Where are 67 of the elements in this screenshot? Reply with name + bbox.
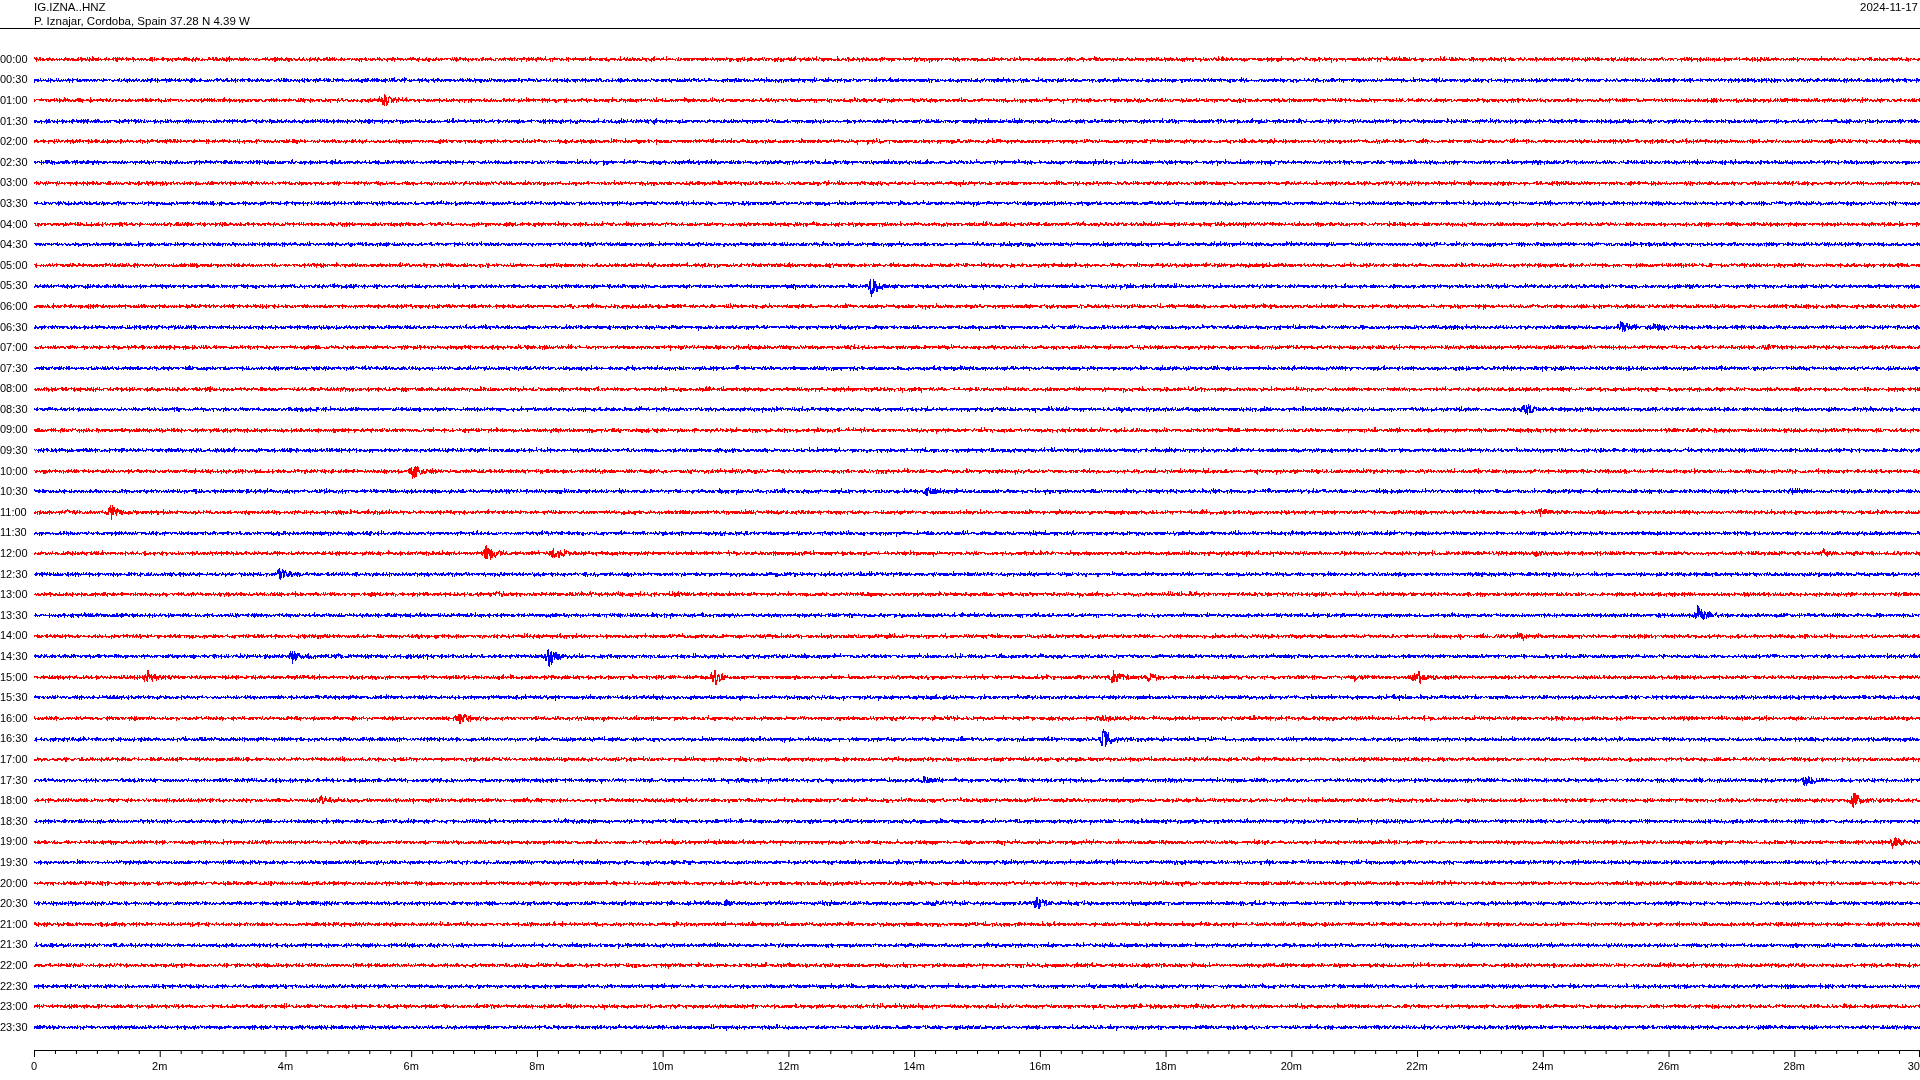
time-label: 05:30 (0, 279, 29, 293)
time-label: 13:30 (0, 608, 29, 622)
time-label: 06:00 (0, 299, 29, 313)
time-label: 16:30 (0, 732, 29, 746)
time-label: 20:00 (0, 876, 29, 890)
time-label: 11:30 (0, 526, 28, 540)
axis-label: 8m (529, 1059, 545, 1073)
axis-label: 4m (277, 1059, 294, 1073)
time-label: 10:30 (0, 485, 29, 499)
time-label: 09:30 (0, 444, 29, 458)
time-label: 02:30 (0, 155, 29, 169)
axis-label: 0 (31, 1059, 38, 1073)
time-label: 18:30 (0, 814, 29, 828)
time-label: 03:00 (0, 176, 29, 190)
axis-label: 2m (152, 1059, 168, 1073)
time-label: 14:30 (0, 650, 29, 663)
axis-label: 12m (777, 1059, 800, 1073)
axis-label: 26m (1657, 1059, 1680, 1073)
time-label: 14:00 (0, 629, 29, 643)
time-label: 19:30 (0, 855, 29, 869)
time-label: 12:30 (0, 567, 29, 581)
time-label: 22:30 (0, 979, 29, 993)
date-label: 2024-11-17 (1860, 0, 1918, 15)
time-label: 13:00 (0, 588, 29, 602)
time-label: 03:30 (0, 196, 29, 210)
time-label: 10:00 (0, 464, 29, 478)
time-label: 19:00 (0, 835, 29, 849)
time-label: 01:30 (0, 114, 29, 128)
time-label: 07:30 (0, 361, 29, 375)
time-label: 23:00 (0, 1000, 29, 1014)
time-label: 07:00 (0, 341, 29, 355)
time-label: 21:30 (0, 938, 29, 952)
axis-label: 20m (1280, 1059, 1303, 1073)
station-location: P. Iznajar, Cordoba, Spain 37.28 N 4.39 W (34, 14, 250, 28)
time-label: 11:00 (0, 505, 28, 519)
axis-label: 14m (903, 1059, 925, 1073)
time-label: 00:00 (0, 52, 29, 66)
time-label: 01:00 (0, 94, 29, 107)
time-label: 22:00 (0, 958, 29, 972)
time-label: 21:00 (0, 917, 29, 931)
time-label: 16:00 (0, 711, 29, 725)
time-label: 15:30 (0, 691, 29, 705)
time-label: 00:30 (0, 73, 29, 87)
time-label: 15:00 (0, 670, 29, 684)
time-label: 18:00 (0, 794, 29, 808)
time-label: 02:00 (0, 135, 29, 149)
time-label: 20:30 (0, 897, 29, 911)
time-label: 17:30 (0, 773, 29, 787)
time-label: 12:00 (0, 547, 29, 561)
axis-label: 16m (1029, 1059, 1051, 1073)
station-code: IG.IZNA..HNZ (34, 0, 107, 14)
time-label: 06:30 (0, 320, 29, 334)
time-label: 04:30 (0, 238, 29, 252)
axis-label: 24m (1532, 1059, 1554, 1073)
axis-label: 22m (1406, 1059, 1428, 1073)
axis-label: 6m (403, 1059, 419, 1073)
axis-label: 30 (1907, 1059, 1920, 1073)
time-label: 05:00 (0, 258, 29, 272)
time-label: 08:30 (0, 402, 29, 416)
time-label: 17:00 (0, 753, 29, 766)
time-label: 04:00 (0, 217, 29, 231)
time-label: 23:30 (0, 1020, 29, 1034)
time-label: 09:00 (0, 423, 29, 437)
axis-label: 10m (651, 1059, 674, 1073)
time-label: 08:00 (0, 382, 29, 396)
axis-label: 28m (1783, 1059, 1805, 1073)
axis-label: 18m (1154, 1059, 1177, 1073)
